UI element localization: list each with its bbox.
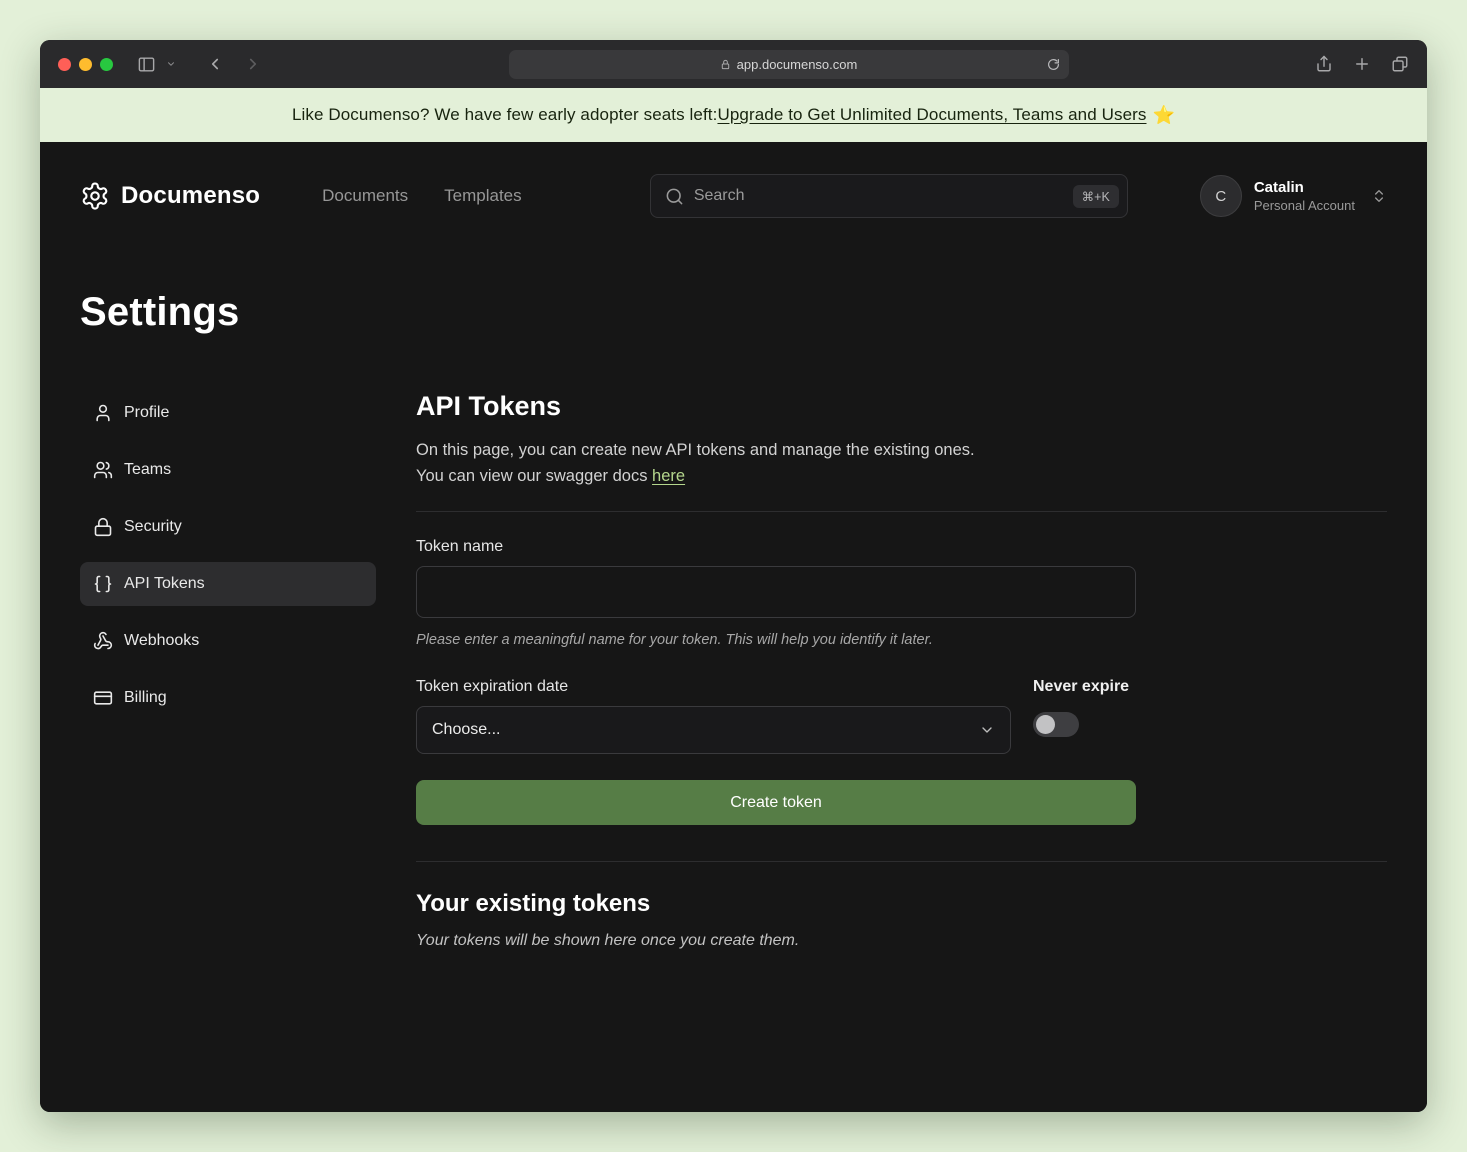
star-icon: ⭐ xyxy=(1153,105,1176,126)
share-icon[interactable] xyxy=(1315,55,1333,73)
braces-icon xyxy=(93,574,113,594)
account-name: Catalin xyxy=(1254,179,1355,196)
sidebar-item-webhooks[interactable]: Webhooks xyxy=(80,619,376,663)
create-token-button[interactable]: Create token xyxy=(416,780,1136,825)
never-expire-label: Never expire xyxy=(1033,678,1129,696)
search-placeholder: Search xyxy=(694,187,1063,205)
main-nav: Documents Templates xyxy=(322,186,521,206)
section-heading: API Tokens xyxy=(416,391,1387,422)
documenso-app: Documenso Documents Templates Search ⌘+K… xyxy=(40,142,1427,1112)
divider xyxy=(416,511,1387,512)
url-text: app.documenso.com xyxy=(737,57,858,72)
credit-card-icon xyxy=(93,688,113,708)
token-name-input[interactable] xyxy=(416,566,1136,618)
sidebar-item-label: Teams xyxy=(124,461,171,479)
sidebar-item-billing[interactable]: Billing xyxy=(80,676,376,720)
token-name-hint: Please enter a meaningful name for your … xyxy=(416,632,1387,648)
close-window-button[interactable] xyxy=(58,58,71,71)
forward-icon[interactable] xyxy=(244,55,262,73)
avatar: C xyxy=(1200,175,1242,217)
token-name-label: Token name xyxy=(416,538,1387,556)
promo-banner: Like Documenso? We have few early adopte… xyxy=(40,88,1427,142)
search-shortcut-badge: ⌘+K xyxy=(1073,185,1119,208)
section-description: On this page, you can create new API tok… xyxy=(416,438,1387,489)
existing-tokens-heading: Your existing tokens xyxy=(416,890,1387,918)
sidebar-item-api-tokens[interactable]: API Tokens xyxy=(80,562,376,606)
lock-icon xyxy=(93,517,113,537)
search-icon xyxy=(665,187,684,206)
expiration-label: Token expiration date xyxy=(416,678,1011,696)
chevron-down-icon xyxy=(979,722,995,738)
window-controls xyxy=(58,58,113,71)
minimize-window-button[interactable] xyxy=(79,58,92,71)
sidebar-item-profile[interactable]: Profile xyxy=(80,391,376,435)
page-title: Settings xyxy=(80,290,1387,335)
lock-icon xyxy=(720,59,731,70)
existing-tokens-empty-text: Your tokens will be shown here once you … xyxy=(416,932,1387,950)
sidebar-item-security[interactable]: Security xyxy=(80,505,376,549)
settings-sidebar: Profile Teams Security xyxy=(80,391,376,950)
sidebar-toggle-icon[interactable] xyxy=(137,55,156,74)
user-icon xyxy=(93,403,113,423)
swagger-docs-link[interactable]: here xyxy=(652,467,685,485)
webhook-icon xyxy=(93,631,113,651)
nav-documents[interactable]: Documents xyxy=(322,186,408,206)
users-icon xyxy=(93,460,113,480)
search-input[interactable]: Search ⌘+K xyxy=(650,174,1128,218)
sidebar-item-teams[interactable]: Teams xyxy=(80,448,376,492)
sidebar-item-label: Webhooks xyxy=(124,632,199,650)
existing-tokens-section: Your existing tokens Your tokens will be… xyxy=(416,861,1387,950)
banner-text: Like Documenso? We have few early adopte… xyxy=(292,105,718,125)
account-subtitle: Personal Account xyxy=(1254,198,1355,213)
sidebar-item-label: Billing xyxy=(124,689,167,707)
chevrons-up-down-icon xyxy=(1371,188,1387,204)
browser-toolbar: app.documenso.com xyxy=(40,40,1427,88)
divider xyxy=(416,861,1387,862)
zoom-window-button[interactable] xyxy=(100,58,113,71)
api-tokens-panel: API Tokens On this page, you can create … xyxy=(416,391,1387,950)
app-header: Documenso Documents Templates Search ⌘+K… xyxy=(40,142,1427,238)
sidebar-item-label: Security xyxy=(124,518,182,536)
toggle-knob xyxy=(1036,715,1055,734)
nav-templates[interactable]: Templates xyxy=(444,186,521,206)
expiration-select[interactable]: Choose... xyxy=(416,706,1011,754)
address-bar[interactable]: app.documenso.com xyxy=(509,50,1069,79)
upgrade-link[interactable]: Upgrade to Get Unlimited Documents, Team… xyxy=(717,105,1146,125)
new-tab-icon[interactable] xyxy=(1353,55,1371,73)
account-menu[interactable]: C Catalin Personal Account xyxy=(1200,175,1387,217)
refresh-icon[interactable] xyxy=(1047,58,1060,71)
sidebar-item-label: Profile xyxy=(124,404,169,422)
tabs-overview-icon[interactable] xyxy=(1391,55,1409,73)
never-expire-toggle[interactable] xyxy=(1033,712,1079,737)
expiration-selected-value: Choose... xyxy=(432,721,500,739)
brand[interactable]: Documenso xyxy=(80,181,260,211)
documenso-logo-icon xyxy=(80,181,110,211)
brand-name: Documenso xyxy=(121,182,260,210)
sidebar-chevron-icon[interactable] xyxy=(166,59,176,69)
sidebar-item-label: API Tokens xyxy=(124,575,205,593)
back-icon[interactable] xyxy=(206,55,224,73)
browser-window: app.documenso.com Like Documenso? We hav… xyxy=(40,40,1427,1112)
